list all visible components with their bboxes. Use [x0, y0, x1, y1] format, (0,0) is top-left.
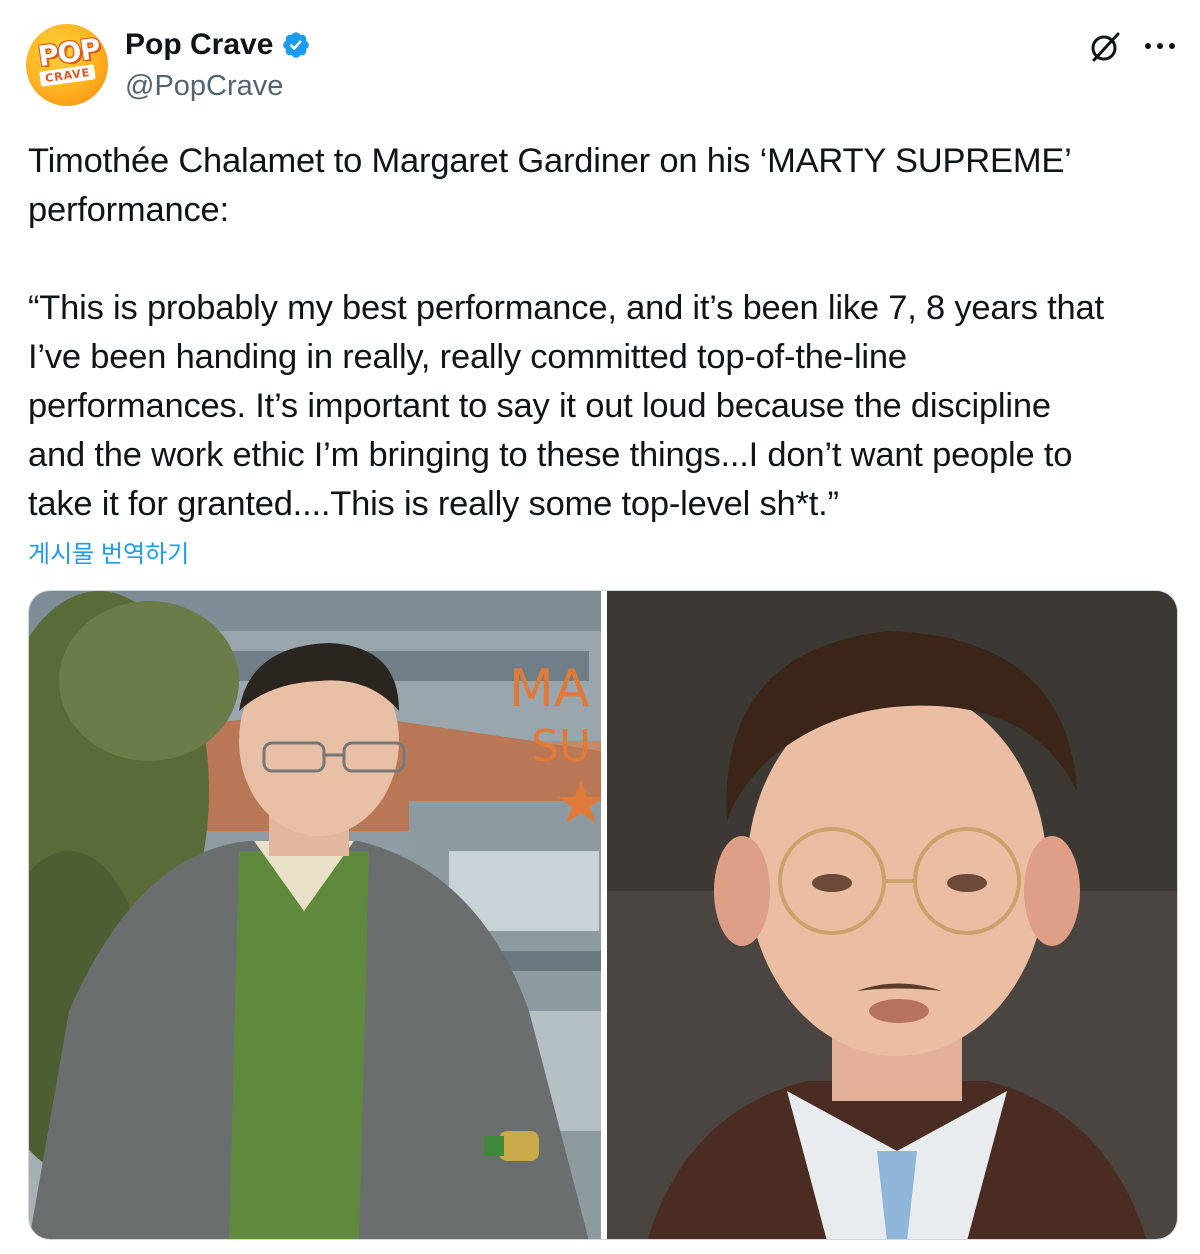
author-handle[interactable]: @PopCrave: [125, 70, 283, 103]
author-name[interactable]: Pop Crave: [125, 28, 311, 62]
media-photo-interview[interactable]: MA SU: [29, 591, 601, 1239]
author-name-label: Pop Crave: [125, 28, 274, 61]
backdrop-text-2: SU: [531, 721, 591, 772]
translate-post-link[interactable]: 게시물 번역하기: [28, 534, 189, 569]
backdrop-text-1: MA: [509, 659, 590, 719]
grok-icon[interactable]: [1088, 30, 1122, 64]
verified-badge-icon: [281, 30, 311, 60]
tweet-header: POP CRAVE Pop Crave @PopCrave: [0, 0, 1200, 120]
more-dots-icon[interactable]: [1140, 38, 1180, 54]
media-photo-film-still[interactable]: [607, 591, 1177, 1239]
tweet-media[interactable]: MA SU: [28, 590, 1178, 1240]
avatar[interactable]: POP CRAVE: [26, 24, 108, 106]
tweet-text: Timothée Chalamet to Margaret Gardiner o…: [28, 142, 1104, 523]
